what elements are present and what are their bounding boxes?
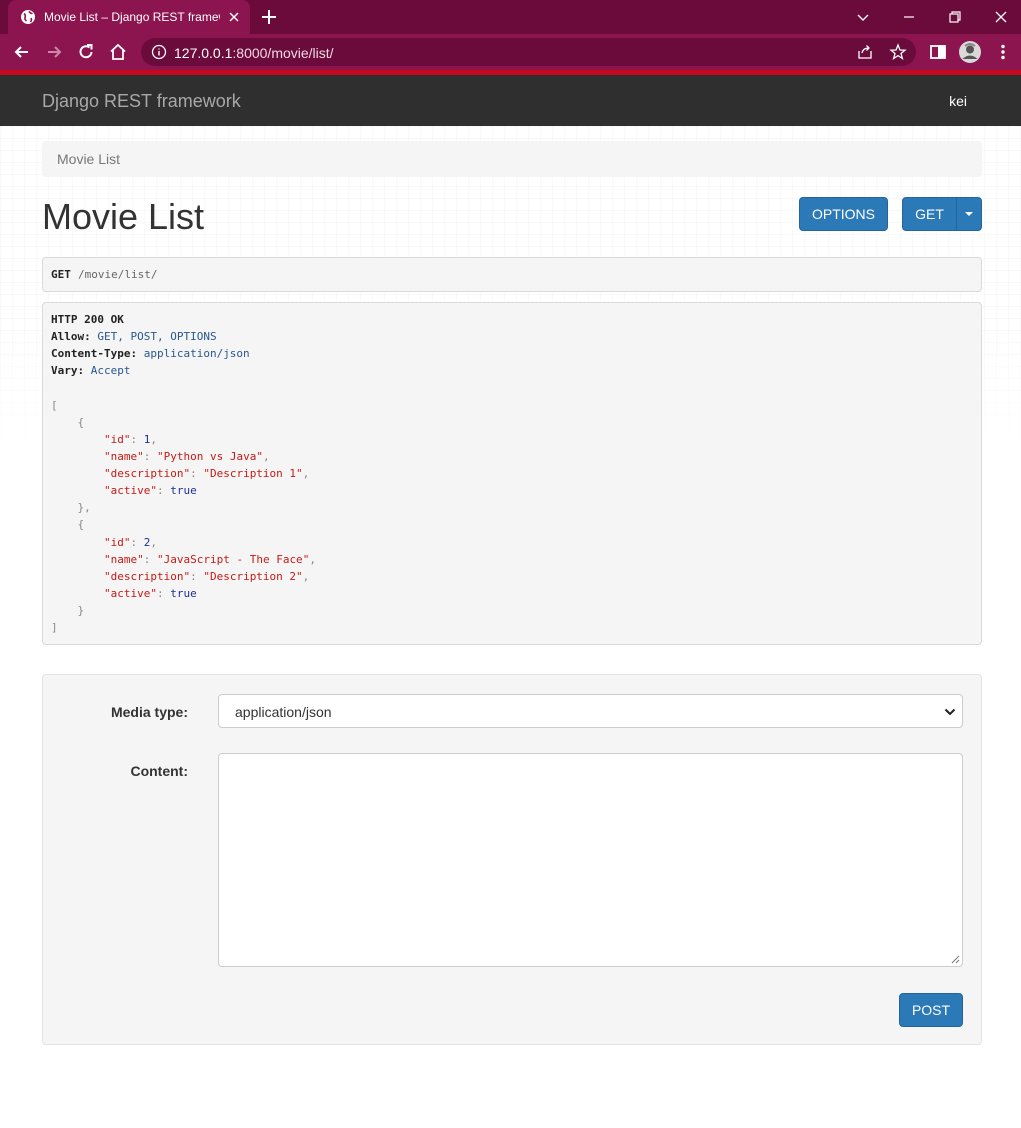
options-button[interactable]: OPTIONS xyxy=(799,197,888,231)
json-field-active: "active": true xyxy=(103,484,197,497)
page-content: Movie List Movie List OPTIONS GET GET /m… xyxy=(0,126,1021,1128)
browser-tabstrip: Movie List – Django REST framework xyxy=(0,0,1021,34)
forward-icon[interactable] xyxy=(44,42,64,62)
tab-title: Movie List – Django REST framework xyxy=(44,10,220,24)
browser-tab-active[interactable]: Movie List – Django REST framework xyxy=(8,0,250,34)
response-status: HTTP 200 OK xyxy=(51,313,124,326)
request-info: GET /movie/list/ xyxy=(42,257,982,292)
response-header-vary: Vary: Accept xyxy=(51,364,131,377)
json-field-active: "active": true xyxy=(103,587,197,600)
globe-icon xyxy=(21,10,35,24)
media-type-select[interactable]: application/json xyxy=(218,694,963,728)
plus-icon[interactable] xyxy=(260,8,278,26)
address-bar[interactable]: 127.0.0.1:8000/movie/list/ xyxy=(141,38,916,66)
avatar[interactable] xyxy=(959,41,981,63)
reload-icon[interactable] xyxy=(76,42,96,62)
url-host: 127.0.0.1 xyxy=(174,45,233,61)
media-type-label: Media type: xyxy=(110,704,188,720)
response-header-allow: Allow: GET, POST, OPTIONS xyxy=(51,330,217,343)
restore-icon[interactable] xyxy=(944,6,966,28)
chevron-down-icon[interactable] xyxy=(852,6,874,28)
post-form: Media type: application/json Content: PO… xyxy=(42,674,982,1045)
minimize-icon[interactable] xyxy=(898,6,920,28)
json-field-name: "name": "Python vs Java", xyxy=(103,450,270,463)
url-text[interactable]: 127.0.0.1:8000/movie/list/ xyxy=(174,45,334,61)
json-close-bracket: ] xyxy=(51,621,58,634)
breadcrumb: Movie List xyxy=(42,141,982,177)
json-field-description: "description": "Description 2", xyxy=(103,570,310,583)
home-icon[interactable] xyxy=(108,42,128,62)
navbar: Django REST framework kei xyxy=(0,75,1021,126)
url-path: :8000/movie/list/ xyxy=(232,45,334,61)
menu-icon[interactable] xyxy=(993,42,1013,62)
response-header-content-type: Content-Type: application/json xyxy=(51,347,250,360)
json-object-close: }, xyxy=(51,501,91,514)
request-path: /movie/list/ xyxy=(78,268,158,281)
caret-down-icon xyxy=(965,212,973,216)
media-type-value: application/json xyxy=(235,704,332,720)
navbar-brand[interactable]: Django REST framework xyxy=(42,91,241,112)
json-field-id: "id": 1, xyxy=(103,433,157,446)
sidepanel-icon[interactable] xyxy=(928,42,948,62)
json-field-id: "id": 2, xyxy=(103,536,157,549)
share-icon[interactable] xyxy=(857,44,873,60)
json-field-name: "name": "JavaScript - The Face", xyxy=(103,553,316,566)
content-textarea[interactable] xyxy=(218,753,963,967)
post-button[interactable]: POST xyxy=(899,993,963,1027)
breadcrumb-item-movie-list: Movie List xyxy=(57,151,121,167)
json-object-close: } xyxy=(51,604,85,617)
content-label: Content: xyxy=(130,763,188,779)
json-object-open: { xyxy=(51,416,85,429)
close-window-icon[interactable] xyxy=(990,6,1012,28)
star-icon[interactable] xyxy=(889,43,907,61)
get-button[interactable]: GET xyxy=(902,197,957,231)
close-icon[interactable] xyxy=(226,9,242,25)
get-format-dropdown-button[interactable] xyxy=(956,197,982,231)
page-title: Movie List xyxy=(42,196,205,237)
info-icon[interactable] xyxy=(151,44,167,60)
json-open-bracket: [ xyxy=(51,399,58,412)
back-icon[interactable] xyxy=(12,42,32,62)
chevron-down-icon xyxy=(944,708,956,716)
response-info: HTTP 200 OK Allow: GET, POST, OPTIONS Co… xyxy=(42,302,982,645)
request-method: GET xyxy=(51,268,71,281)
navbar-user[interactable]: kei xyxy=(949,93,967,109)
resize-handle-icon[interactable] xyxy=(951,955,960,964)
json-field-description: "description": "Description 1", xyxy=(103,467,310,480)
browser-toolbar: 127.0.0.1:8000/movie/list/ xyxy=(0,34,1021,70)
json-object-open: { xyxy=(51,518,85,531)
